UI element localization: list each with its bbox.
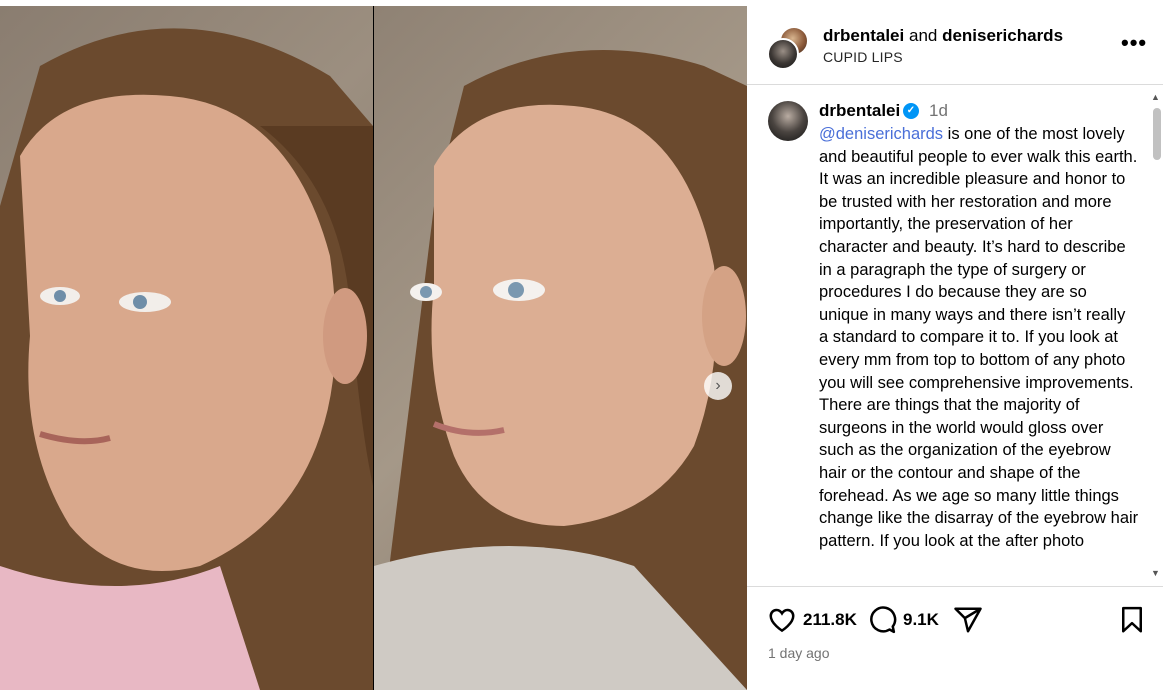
after-face-illustration <box>374 50 747 690</box>
like-count[interactable]: 211.8K <box>803 610 857 630</box>
header-joiner: and <box>908 26 943 45</box>
caption-body: is one of the most lovely and beautiful … <box>819 125 1139 550</box>
save-button[interactable] <box>1117 605 1147 635</box>
after-photo <box>374 6 747 690</box>
mention-link[interactable]: @deniserichards <box>819 125 943 143</box>
post-timestamp[interactable]: 1 day ago <box>768 645 830 661</box>
before-face-illustration <box>0 28 373 690</box>
comment-icon <box>870 606 897 634</box>
post-subtitle[interactable]: CUPID LIPS <box>823 49 903 65</box>
like-button[interactable]: 211.8K <box>767 605 857 635</box>
scroll-up-icon[interactable]: ▲ <box>1151 92 1160 102</box>
chevron-right-icon: › <box>715 377 721 394</box>
avatar[interactable] <box>768 101 808 141</box>
post-header: drbentalei and deniserichards CUPID LIPS… <box>747 0 1163 85</box>
post-side-panel: drbentalei and deniserichards CUPID LIPS… <box>747 0 1163 690</box>
comment-count[interactable]: 9.1K <box>903 610 939 630</box>
caption-text: @deniserichards is one of the most lovel… <box>819 123 1139 552</box>
caption-area: drbentalei ✓ 1d @deniserichards is one o… <box>747 86 1163 586</box>
post-media: › <box>0 6 747 690</box>
caption-username[interactable]: drbentalei <box>819 101 900 121</box>
caption-time[interactable]: 1d <box>929 101 948 121</box>
header-username-2[interactable]: deniserichards <box>942 26 1063 45</box>
caption-scrollbar[interactable]: ▲ ▼ <box>1147 92 1163 580</box>
heart-icon <box>769 608 795 633</box>
comment-button[interactable]: 9.1K <box>867 605 939 635</box>
header-username-1[interactable]: drbentalei <box>823 26 904 45</box>
collab-usernames: drbentalei and deniserichards <box>823 26 1063 46</box>
send-icon <box>954 607 982 633</box>
next-image-button[interactable]: › <box>704 372 732 400</box>
more-icon: ••• <box>1121 30 1148 55</box>
bookmark-icon <box>1122 606 1142 633</box>
post-actions: 211.8K 9.1K 1 day ago <box>747 586 1163 690</box>
verified-badge-icon: ✓ <box>903 103 919 119</box>
scroll-down-icon[interactable]: ▼ <box>1151 568 1160 578</box>
share-button[interactable] <box>953 605 983 635</box>
avatar <box>767 38 799 70</box>
more-options-button[interactable]: ••• <box>1121 30 1147 56</box>
scroll-thumb[interactable] <box>1153 108 1161 160</box>
collab-avatars[interactable] <box>767 26 811 70</box>
before-photo <box>0 6 373 690</box>
